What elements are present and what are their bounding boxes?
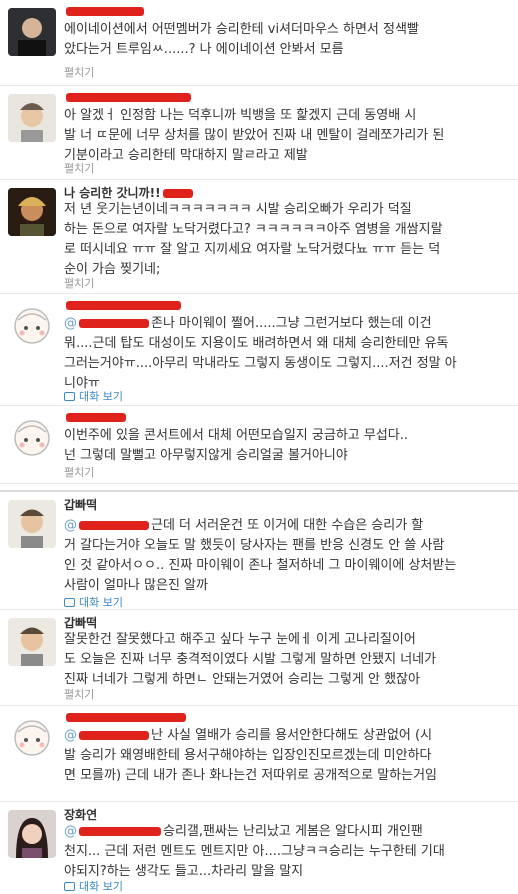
redacted-name — [66, 7, 144, 16]
tweet-text: @ 승리갤,팬싸는 난리났고 게봄은 알다시피 개인팬 천지... 근데 저런 멘… — [64, 822, 504, 882]
conversation-icon — [64, 881, 75, 891]
redacted-name — [162, 189, 193, 198]
tweet-item: 에이네이션에서 어떤멤버가 승리한테 vi셔더마우스 하면서 정색빨 았다는거 … — [0, 0, 518, 86]
tweet-line: 그러는거야ㅠ....아무리 막내라도 그렇지 동생이도 그렇지....저건 정말… — [64, 356, 457, 371]
redacted-mention — [79, 731, 149, 740]
expand-link[interactable]: 펼치기 — [64, 688, 94, 702]
tweet-line: 저 년 웃기는년이네ㅋㅋㅋㅋㅋㅋㅋ 시발 승리오빠가 우리가 덕질 — [64, 202, 412, 217]
view-conversation-link[interactable]: 대화 보기 — [64, 880, 123, 894]
tweet-line: 발 승리가 왜영배한테 용서구해야하는 입장인진모르겠는데 미안하다 — [64, 748, 432, 763]
avatar[interactable] — [8, 8, 56, 56]
tweet-text: 이번주에 있을 콘서트에서 대체 어떤모습일지 궁금하고 무섭다.. 넌 그렇데… — [64, 426, 504, 466]
tweet-line: 로 떠시네요 ㅠㅠ 잘 알고 지끼세요 여자랄 노닥거렸다뇨 ㅠㅠ 듣는 덕 — [64, 242, 441, 257]
user-name[interactable]: 갑빠떡 — [64, 496, 99, 512]
user-name[interactable]: 나 승리한 갓니까!! — [64, 184, 193, 200]
user-name[interactable]: 장화연 — [64, 806, 99, 822]
tweet-line-text: 존나 마이웨이 쩔어.....그냥 그런거보다 했는데 이건 — [151, 316, 432, 331]
tweet-text: @ 근데 더 서러운건 또 이거에 대한 수습은 승리가 할 거 갈다는거야 오늘… — [64, 516, 504, 596]
user-name[interactable] — [64, 710, 186, 724]
tweet-line: 넌 그렇데 말뻘고 아무렇지않게 승리얼굴 볼거아니야 — [64, 448, 348, 463]
tweet-line: 도 오늘은 진짜 너무 충격적이였다 시발 그렇게 말하면 안됐지 너네가 — [64, 652, 437, 667]
tweet-item: @ 난 사실 열배가 승리를 용서안한다해도 상관없어 (시 발 승리가 왜영배한… — [0, 706, 518, 802]
expand-link[interactable]: 펼치기 — [64, 162, 94, 176]
user-name[interactable] — [64, 410, 126, 424]
tweet-line: 뭐....근데 탑도 대성이도 지용이도 배려하면서 왜 대체 승리한테만 유독 — [64, 336, 449, 351]
tweet-text: 잘못한건 잘못했다고 해주고 싶다 누구 눈에ㅔ 이게 고나리질이어 도 오늘은… — [64, 630, 504, 690]
expand-link[interactable]: 펼치기 — [64, 466, 94, 480]
tweet-text: @ 존나 마이웨이 쩔어.....그냥 그런거보다 했는데 이건 뭐....근데 … — [64, 314, 504, 394]
tweet-item: @ 존나 마이웨이 쩔어.....그냥 그런거보다 했는데 이건 뭐....근데 … — [0, 294, 518, 406]
expand-link[interactable]: 펼치기 — [64, 66, 94, 80]
avatar[interactable] — [8, 302, 56, 350]
tweet-item: 장화연 @ 승리갤,팬싸는 난리났고 게봄은 알다시피 개인팬 천지... 근데 … — [0, 802, 518, 893]
tweet-line: 아 알겠ㅓ 인정함 나는 덕후니까 빅뱅을 또 핥겠지 근데 동영배 시 — [64, 108, 417, 123]
avatar[interactable] — [8, 188, 56, 236]
view-conversation-label: 대화 보기 — [79, 596, 123, 609]
tweet-text: 아 알겠ㅓ 인정함 나는 덕후니까 빅뱅을 또 핥겠지 근데 동영배 시 발 너… — [64, 106, 504, 166]
tweet-line-text: 난 사실 열배가 승리를 용서안한다해도 상관없어 (시 — [151, 728, 433, 743]
tweet-line: 았다는거 트루임ㅆ......? 나 에이네이션 안봐서 모름 — [64, 42, 344, 57]
tweet-text: 에이네이션에서 어떤멤버가 승리한테 vi셔더마우스 하면서 정색빨 았다는거 … — [64, 20, 504, 60]
avatar[interactable] — [8, 618, 56, 666]
tweet-line: 하는 돈으로 여자랄 노닥거렸다고? ㅋㅋㅋㅋㅋㅋ아주 염병을 개쌈지랄 — [64, 222, 443, 237]
user-name[interactable] — [64, 298, 181, 312]
avatar[interactable] — [8, 500, 56, 548]
conversation-icon — [64, 391, 75, 401]
tweet-line: @ 존나 마이웨이 쩔어.....그냥 그런거보다 했는데 이건 — [64, 314, 504, 334]
tweet-line: 순이 가슴 찢기네; — [64, 262, 161, 277]
view-conversation-link[interactable]: 대화 보기 — [64, 390, 123, 404]
mention-link[interactable]: @ — [64, 728, 77, 743]
tweet-line: 발 너 ㄸ문에 너무 상처를 많이 받았어 진짜 내 멘탈이 걸레쪼가리가 된 — [64, 128, 445, 143]
tweet-line: 야되지?하는 생각도 들고...차라리 말을 말지 — [64, 864, 304, 879]
avatar[interactable] — [8, 94, 56, 142]
tweet-line: 인 것 같아서ㅇㅇ.. 진짜 마이웨이 존나 철저하네 그 마이웨이에 상처받는 — [64, 558, 457, 573]
tweet-line: 천지... 근데 저런 멘트도 멘트지만 아....그냥ㅋㅋ승리는 누구한테 기… — [64, 844, 445, 859]
redacted-mention — [79, 319, 149, 328]
tweet-item: 갑빠떡 잘못한건 잘못했다고 해주고 싶다 누구 눈에ㅔ 이게 고나리질이어 도… — [0, 610, 518, 706]
user-name[interactable]: 갑빠떡 — [64, 614, 99, 630]
tweet-line: @ 근데 더 서러운건 또 이거에 대한 수습은 승리가 할 — [64, 516, 504, 536]
mention-link[interactable]: @ — [64, 518, 77, 533]
tweet-line: 니야ㅠ — [64, 376, 100, 391]
redacted-mention — [79, 521, 149, 530]
redacted-name — [66, 713, 186, 722]
tweet-line: 진짜 너네가 그렇게 하면ㄴ 안돼는거였어 승리는 그렇게 안 했잖아 — [64, 672, 420, 687]
tweet-line-text: 승리갤,팬싸는 난리났고 게봄은 알다시피 개인팬 — [163, 824, 423, 839]
mention-link[interactable]: @ — [64, 824, 77, 839]
user-name[interactable] — [64, 4, 144, 18]
redacted-name — [66, 93, 191, 102]
tweet-item: 갑빠떡 @ 근데 더 서러운건 또 이거에 대한 수습은 승리가 할 거 갈다는거… — [0, 490, 518, 610]
tweet-item: 아 알겠ㅓ 인정함 나는 덕후니까 빅뱅을 또 핥겠지 근데 동영배 시 발 너… — [0, 86, 518, 180]
avatar[interactable] — [8, 810, 56, 858]
view-conversation-label: 대화 보기 — [79, 880, 123, 893]
tweet-line: @ 난 사실 열배가 승리를 용서안한다해도 상관없어 (시 — [64, 726, 504, 746]
conversation-icon — [64, 597, 75, 607]
tweet-line: @ 승리갤,팬싸는 난리났고 게봄은 알다시피 개인팬 — [64, 822, 504, 842]
tweet-line: 잘못한건 잘못했다고 해주고 싶다 누구 눈에ㅔ 이게 고나리질이어 — [64, 632, 416, 647]
user-name[interactable] — [64, 90, 191, 104]
tweet-feed: 에이네이션에서 어떤멤버가 승리한테 vi셔더마우스 하면서 정색빨 았다는거 … — [0, 0, 518, 893]
tweet-line: 면 모를까) 근데 내가 존나 화나는건 저따위로 공개적으로 말하는거임 — [64, 768, 438, 783]
redacted-mention — [79, 827, 161, 836]
redacted-name — [66, 301, 181, 310]
avatar[interactable] — [8, 714, 56, 762]
tweet-item: 나 승리한 갓니까!! 저 년 웃기는년이네ㅋㅋㅋㅋㅋㅋㅋ 시발 승리오빠가 우… — [0, 180, 518, 294]
view-conversation-label: 대화 보기 — [79, 390, 123, 403]
tweet-line: 사람이 얼마나 많은진 알까 — [64, 578, 208, 593]
redacted-name — [66, 413, 126, 422]
tweet-text: 저 년 웃기는년이네ㅋㅋㅋㅋㅋㅋㅋ 시발 승리오빠가 우리가 덕질 하는 돈으로… — [64, 200, 504, 280]
view-conversation-link[interactable]: 대화 보기 — [64, 596, 123, 610]
tweet-line: 이번주에 있을 콘서트에서 대체 어떤모습일지 궁금하고 무섭다.. — [64, 428, 409, 443]
tweet-line: 에이네이션에서 어떤멤버가 승리한테 vi셔더마우스 하면서 정색빨 — [64, 22, 419, 37]
tweet-line-text: 근데 더 서러운건 또 이거에 대한 수습은 승리가 할 — [151, 518, 424, 533]
tweet-text: @ 난 사실 열배가 승리를 용서안한다해도 상관없어 (시 발 승리가 왜영배한… — [64, 726, 504, 786]
tweet-line: 거 갈다는거야 오늘도 말 했듯이 당사자는 팬를 반응 신경도 안 쓸 사람 — [64, 538, 445, 553]
tweet-item: 이번주에 있을 콘서트에서 대체 어떤모습일지 궁금하고 무섭다.. 넌 그렇데… — [0, 406, 518, 484]
avatar[interactable] — [8, 414, 56, 462]
tweet-line: 기분이라고 승리한테 막대하지 말ㄹ라고 제발 — [64, 148, 308, 163]
expand-link[interactable]: 펼치기 — [64, 277, 94, 291]
mention-link[interactable]: @ — [64, 316, 77, 331]
